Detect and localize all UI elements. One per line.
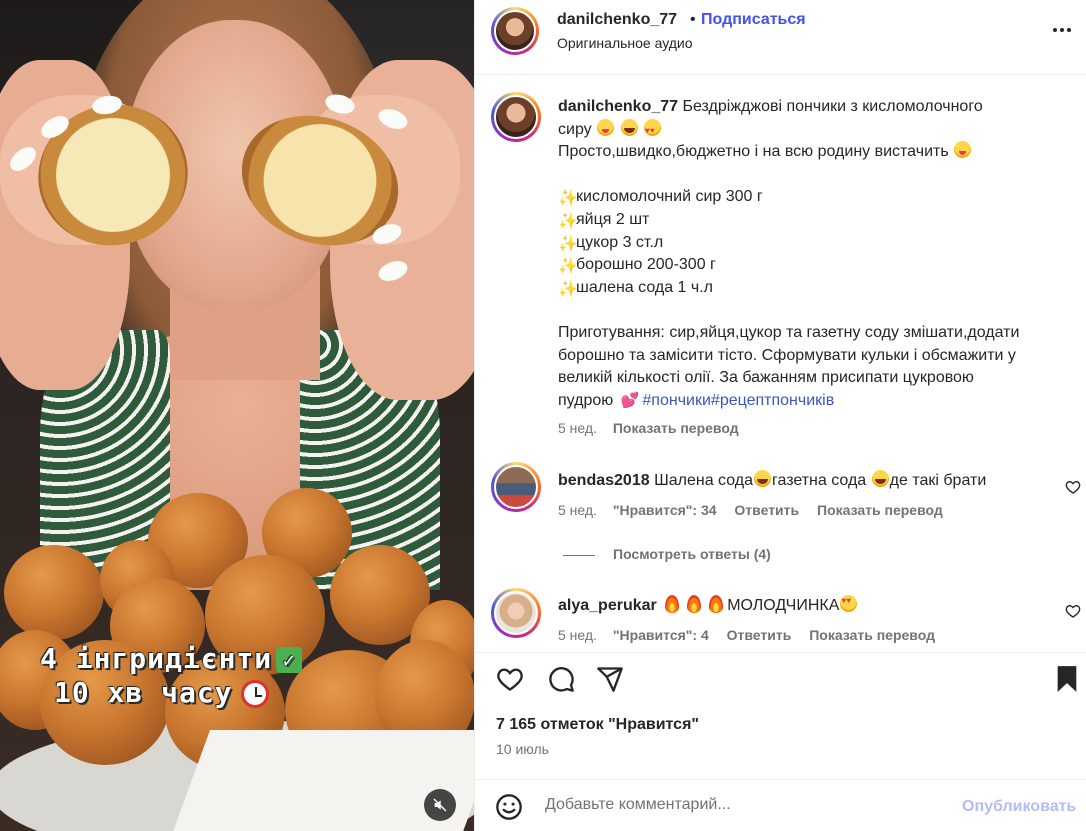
post-panel: danilchenko_77 • Подписаться Оригинально… — [474, 0, 1086, 831]
comment-item: bendas2018 Шалена сода газетна сода де та… — [558, 470, 986, 490]
view-replies-button[interactable]: Посмотреть ответы (4) — [563, 546, 771, 562]
comment-text: МОЛОДЧИНКА — [727, 597, 840, 614]
bookmark-icon — [1057, 666, 1077, 692]
follow-button[interactable]: Подписаться — [701, 11, 806, 29]
author-avatar[interactable] — [491, 7, 539, 55]
translate-button[interactable]: Показать перевод — [809, 627, 935, 643]
fire-emoji-icon — [709, 595, 724, 613]
comment-meta: 5 нед. "Нравится": 4 Ответить Показать п… — [558, 627, 935, 643]
reel-video[interactable]: 4 інгридієнти ✓ 10 хв часу — [0, 0, 474, 831]
yum-emoji-icon — [954, 141, 972, 159]
ingredient-item: ✨шалена сода 1 ч.л — [558, 277, 1063, 300]
sparkles-icon: ✨ — [558, 235, 578, 253]
replies-divider — [563, 554, 595, 556]
ingredient-text: кисломолочний сир 300 г — [576, 188, 763, 206]
comment-input[interactable] — [545, 796, 925, 814]
comment-like-heart-icon[interactable] — [1065, 479, 1081, 495]
speaker-muted-icon — [433, 798, 447, 812]
emoji-icon[interactable] — [495, 793, 523, 821]
laughing-emoji-icon — [754, 470, 771, 487]
alarm-clock-icon — [240, 680, 269, 708]
prep-line: Приготування: сир,яйця,цукор та газетну … — [558, 323, 1020, 341]
audio-label[interactable]: Оригинальное аудио — [557, 35, 693, 51]
add-comment-bar: Опубликовать — [475, 779, 1086, 831]
donut-ball — [4, 545, 104, 640]
more-options-icon[interactable] — [1053, 28, 1071, 32]
publish-button[interactable]: Опубликовать — [962, 798, 1076, 816]
mute-button[interactable] — [424, 789, 456, 821]
overlay-text-time: 10 хв часу — [54, 676, 233, 709]
comments-list[interactable]: danilchenko_77 Бездріжджові пончики з ки… — [475, 76, 1086, 652]
ingredient-item: ✨цукор 3 ст.л — [558, 232, 1063, 255]
share-button[interactable] — [594, 663, 626, 695]
comment-username[interactable]: bendas2018 — [558, 472, 650, 489]
ingredient-text: шалена сода 1 ч.л — [576, 278, 714, 296]
comment-item: alya_perukar МОЛОДЧИНКА — [558, 595, 858, 615]
post-date[interactable]: 10 июль — [496, 741, 549, 757]
caption-time[interactable]: 5 нед. — [558, 420, 597, 436]
author-username[interactable]: danilchenko_77 — [557, 11, 677, 29]
hashtags-link[interactable]: #пончики#рецептпончиків — [642, 392, 834, 409]
ingredient-text: яйця 2 шт — [576, 210, 650, 228]
fire-emoji-icon — [665, 595, 680, 613]
two-hearts-emoji-icon: 💕 — [620, 391, 640, 409]
caption-line-2: сиру — [558, 120, 592, 138]
comment-likes-count[interactable]: "Нравится": 4 — [613, 627, 709, 643]
comment-username[interactable]: alya_perukar — [558, 597, 657, 614]
save-button[interactable] — [1051, 663, 1083, 695]
comment-text: де такі брати — [889, 472, 987, 489]
reply-button[interactable]: Ответить — [734, 502, 799, 518]
overlay-caption-line1: 4 інгридієнти ✓ — [40, 642, 303, 675]
caption-line-1: Бездріжджові пончики з кисломолочного — [682, 98, 983, 115]
post-actions: 7 165 отметок "Нравится" 10 июль — [475, 652, 1086, 779]
post-header: danilchenko_77 • Подписаться Оригинально… — [475, 0, 1086, 75]
comment-icon — [549, 667, 574, 692]
caption-username[interactable]: danilchenko_77 — [558, 98, 678, 115]
heart-icon — [497, 668, 523, 691]
comment-avatar[interactable] — [491, 588, 541, 638]
caption-translate-button[interactable]: Показать перевод — [613, 420, 739, 436]
overlay-caption-line2: 10 хв часу — [54, 676, 269, 709]
ingredient-item: ✨борошно 200-300 г — [558, 254, 1063, 277]
likes-count[interactable]: 7 165 отметок "Нравится" — [496, 716, 699, 734]
post-caption: danilchenko_77 Бездріжджові пончики з ки… — [558, 96, 1063, 412]
sparkles-icon: ✨ — [558, 212, 578, 230]
sparkles-icon: ✨ — [558, 258, 578, 276]
ingredient-item: ✨яйця 2 шт — [558, 209, 1063, 232]
heart-eyes-emoji-icon — [644, 118, 662, 142]
ingredient-item: ✨кисломолочний сир 300 г — [558, 186, 1063, 209]
fire-emoji-icon — [687, 595, 702, 613]
like-button[interactable] — [494, 663, 526, 695]
comment-text: Шалена сода — [654, 472, 753, 489]
sparkles-icon: ✨ — [558, 190, 578, 208]
caption-avatar[interactable] — [491, 92, 541, 142]
share-icon — [597, 667, 623, 692]
view-replies-label: Посмотреть ответы (4) — [613, 546, 771, 562]
overlay-text-ingredients: 4 інгридієнти — [40, 642, 273, 675]
comment-text: газетна сода — [772, 472, 867, 489]
yum-emoji-icon — [597, 118, 615, 136]
heart-eyes-emoji-icon — [840, 595, 858, 612]
translate-button[interactable]: Показать перевод — [817, 502, 943, 518]
laughing-emoji-icon — [620, 118, 638, 136]
check-mark-icon: ✓ — [276, 647, 303, 673]
comment-button[interactable] — [545, 663, 577, 695]
comment-avatar[interactable] — [491, 462, 541, 512]
prep-line: борошно та замісити тісто. Сформувати ку… — [558, 346, 1016, 364]
prep-line: пудрою — [558, 391, 614, 409]
laughing-emoji-icon — [871, 470, 889, 487]
reply-button[interactable]: Ответить — [727, 627, 792, 643]
prep-line: великій кількості олії. За бажанням прис… — [558, 369, 974, 387]
comment-time[interactable]: 5 нед. — [558, 502, 597, 518]
caption-meta: 5 нед. Показать перевод — [558, 420, 739, 436]
ingredient-text: цукор 3 ст.л — [576, 233, 664, 251]
separator-dot: • — [690, 11, 696, 28]
sparkles-icon: ✨ — [558, 280, 578, 298]
ingredient-text: борошно 200-300 г — [576, 256, 716, 274]
caption-line-3: Просто,швидко,бюджетно і на всю родину в… — [558, 143, 949, 161]
comment-likes-count[interactable]: "Нравится": 34 — [613, 502, 717, 518]
comment-meta: 5 нед. "Нравится": 34 Ответить Показать … — [558, 502, 943, 518]
comment-like-heart-icon[interactable] — [1065, 603, 1081, 619]
comment-time[interactable]: 5 нед. — [558, 627, 597, 643]
